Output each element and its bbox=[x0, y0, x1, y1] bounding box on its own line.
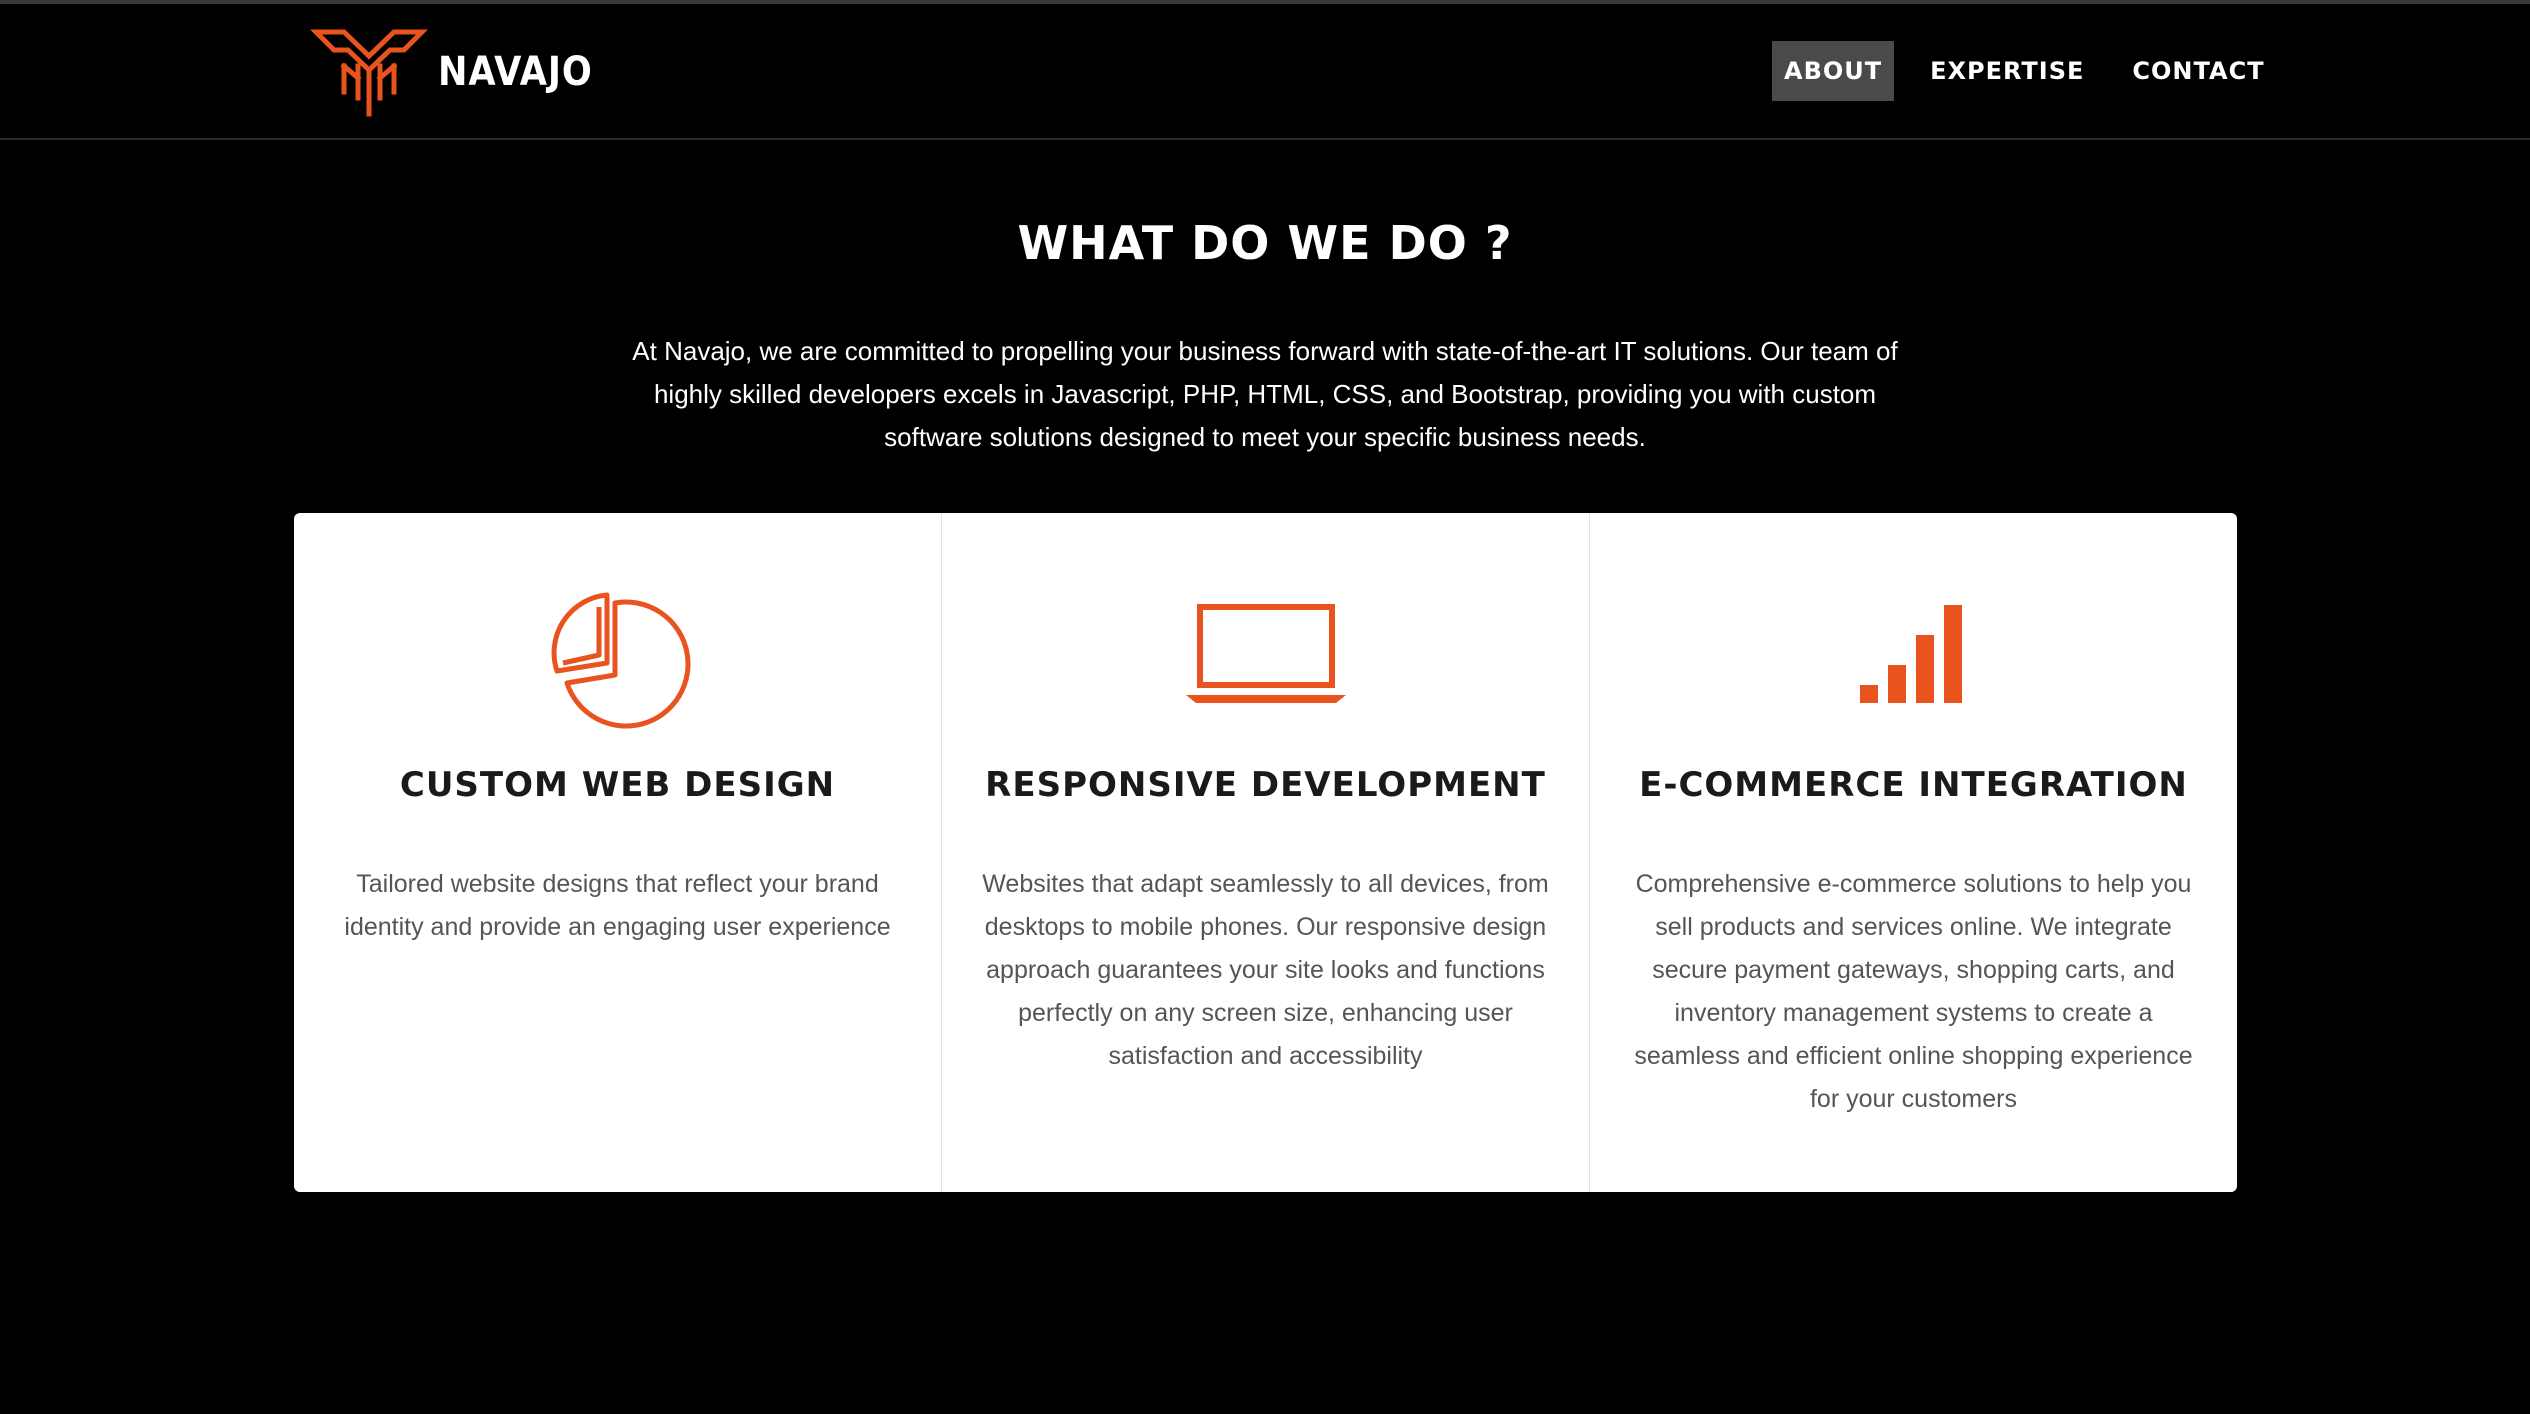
card-desc-line: perfectly on any screen size, enhancing … bbox=[1018, 999, 1513, 1027]
card-desc-line: Comprehensive e-commerce solutions to he… bbox=[1635, 870, 2192, 898]
nav-contact[interactable]: CONTACT bbox=[2120, 41, 2276, 101]
section-title: WHAT DO WE DO ? bbox=[1017, 216, 1513, 270]
service-card-responsive: RESPONSIVE DEVELOPMENT Websites that ada… bbox=[942, 513, 1590, 1192]
card-description: Tailored website designs that reflect yo… bbox=[324, 863, 911, 949]
intro-line: software solutions designed to meet your… bbox=[884, 422, 1646, 452]
card-desc-line: Websites that adapt seamlessly to all de… bbox=[982, 870, 1549, 898]
card-desc-line: desktops to mobile phones. Our responsiv… bbox=[984, 913, 1547, 941]
pie-chart-icon bbox=[538, 579, 698, 729]
page: NAVAJO ABOUT EXPERTISE CONTACT WHAT DO W… bbox=[0, 0, 2530, 1414]
service-card-ecommerce: E-COMMERCE INTEGRATION Comprehensive e-c… bbox=[1590, 513, 2237, 1192]
nav-about[interactable]: ABOUT bbox=[1772, 41, 1895, 101]
intro-line: highly skilled developers excels in Java… bbox=[653, 379, 1877, 409]
main-nav: ABOUT EXPERTISE CONTACT bbox=[1772, 41, 2277, 101]
service-card-web-design: CUSTOM WEB DESIGN Tailored website desig… bbox=[294, 513, 942, 1192]
site-header: NAVAJO ABOUT EXPERTISE CONTACT bbox=[0, 4, 2530, 140]
section-intro: At Navajo, we are committed to propellin… bbox=[590, 330, 1940, 459]
intro-line: At Navajo, we are committed to propellin… bbox=[632, 336, 1898, 366]
card-desc-line: secure payment gateways, shopping carts,… bbox=[1652, 956, 2175, 984]
brand-name: NAVAJO bbox=[438, 49, 593, 95]
card-description: Websites that adapt seamlessly to all de… bbox=[972, 863, 1559, 1078]
card-title: RESPONSIVE DEVELOPMENT bbox=[985, 765, 1546, 805]
card-title: E-COMMERCE INTEGRATION bbox=[1639, 765, 2188, 805]
navajo-logo-icon bbox=[310, 29, 428, 117]
card-desc-line: satisfaction and accessibility bbox=[1108, 1042, 1423, 1070]
card-desc-line: seamless and efficient online shopping e… bbox=[1634, 1042, 2193, 1070]
card-desc-line: sell products and services online. We in… bbox=[1655, 913, 2172, 941]
card-description: Comprehensive e-commerce solutions to he… bbox=[1620, 863, 2207, 1121]
laptop-icon bbox=[1185, 579, 1346, 729]
card-desc-line: identity and provide an engaging user ex… bbox=[344, 913, 891, 941]
card-desc-line: for your customers bbox=[1809, 1085, 2017, 1113]
services-cards: CUSTOM WEB DESIGN Tailored website desig… bbox=[294, 513, 2237, 1192]
brand-home-link[interactable]: NAVAJO bbox=[310, 26, 614, 118]
card-title: CUSTOM WEB DESIGN bbox=[399, 765, 836, 805]
card-desc-line: Tailored website designs that reflect yo… bbox=[356, 870, 879, 898]
card-desc-line: approach guarantees your site looks and … bbox=[986, 956, 1545, 984]
signal-bars-icon bbox=[1834, 579, 1994, 729]
nav-expertise[interactable]: EXPERTISE bbox=[1918, 41, 2096, 101]
card-desc-line: inventory management systems to create a bbox=[1674, 999, 2153, 1027]
